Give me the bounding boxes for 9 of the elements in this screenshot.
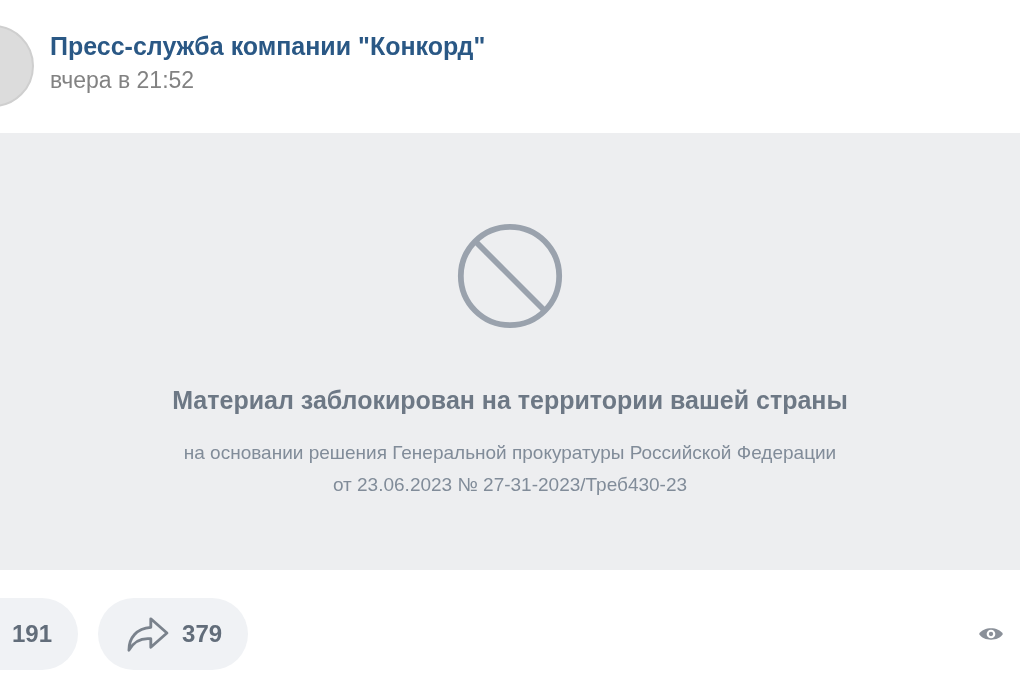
post-time: вчера в 21:52 <box>50 66 196 94</box>
blocked-document: от 23.06.2023 № 27-31-2023/Треб430-23 <box>332 473 688 497</box>
blocked-icon <box>456 222 564 330</box>
blocked-title: Материал заблокирован на территории вашей страны <box>172 386 848 415</box>
blocked-reason: на основании решения Генеральной прокуратуры Российской Федерации <box>183 441 837 465</box>
share-button[interactable]: 379 <box>98 598 249 670</box>
author-link[interactable]: Пресс-служба компании "Конкорд" <box>50 31 486 61</box>
comment-button[interactable]: 191 <box>0 598 79 670</box>
views-icon <box>978 625 1004 643</box>
